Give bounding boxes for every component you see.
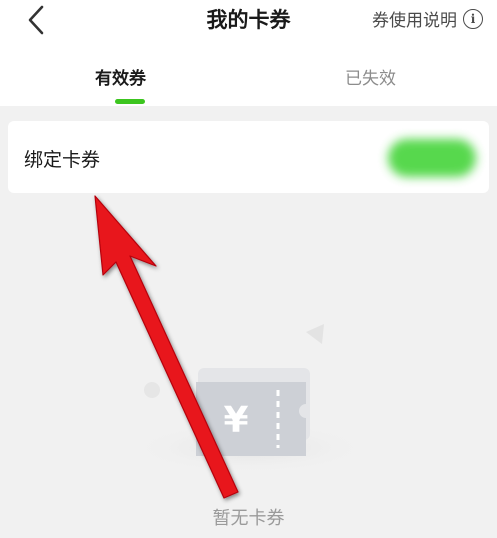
info-icon: i	[463, 8, 483, 29]
page-header: 我的卡券 券使用说明 i 有效券 已失效	[0, 0, 497, 106]
active-tab-indicator	[115, 99, 145, 104]
bind-coupon-label: 绑定卡券	[24, 149, 101, 171]
empty-coupon-illustration: ¥	[130, 324, 370, 474]
tab-expired-coupons[interactable]: 已失效	[345, 64, 396, 89]
usage-instructions-label: 券使用说明	[372, 11, 457, 31]
tab-valid-coupons[interactable]: 有效券	[95, 64, 146, 89]
back-button[interactable]	[18, 2, 54, 38]
blurred-action-pill[interactable]	[388, 139, 476, 177]
usage-instructions-link[interactable]: 券使用说明 i	[372, 6, 483, 31]
bind-coupon-row[interactable]: 绑定卡券	[8, 121, 489, 193]
empty-state-text: 暂无卡券	[212, 508, 285, 529]
chevron-left-icon	[28, 5, 44, 35]
currency-glyph: ¥	[223, 400, 248, 441]
